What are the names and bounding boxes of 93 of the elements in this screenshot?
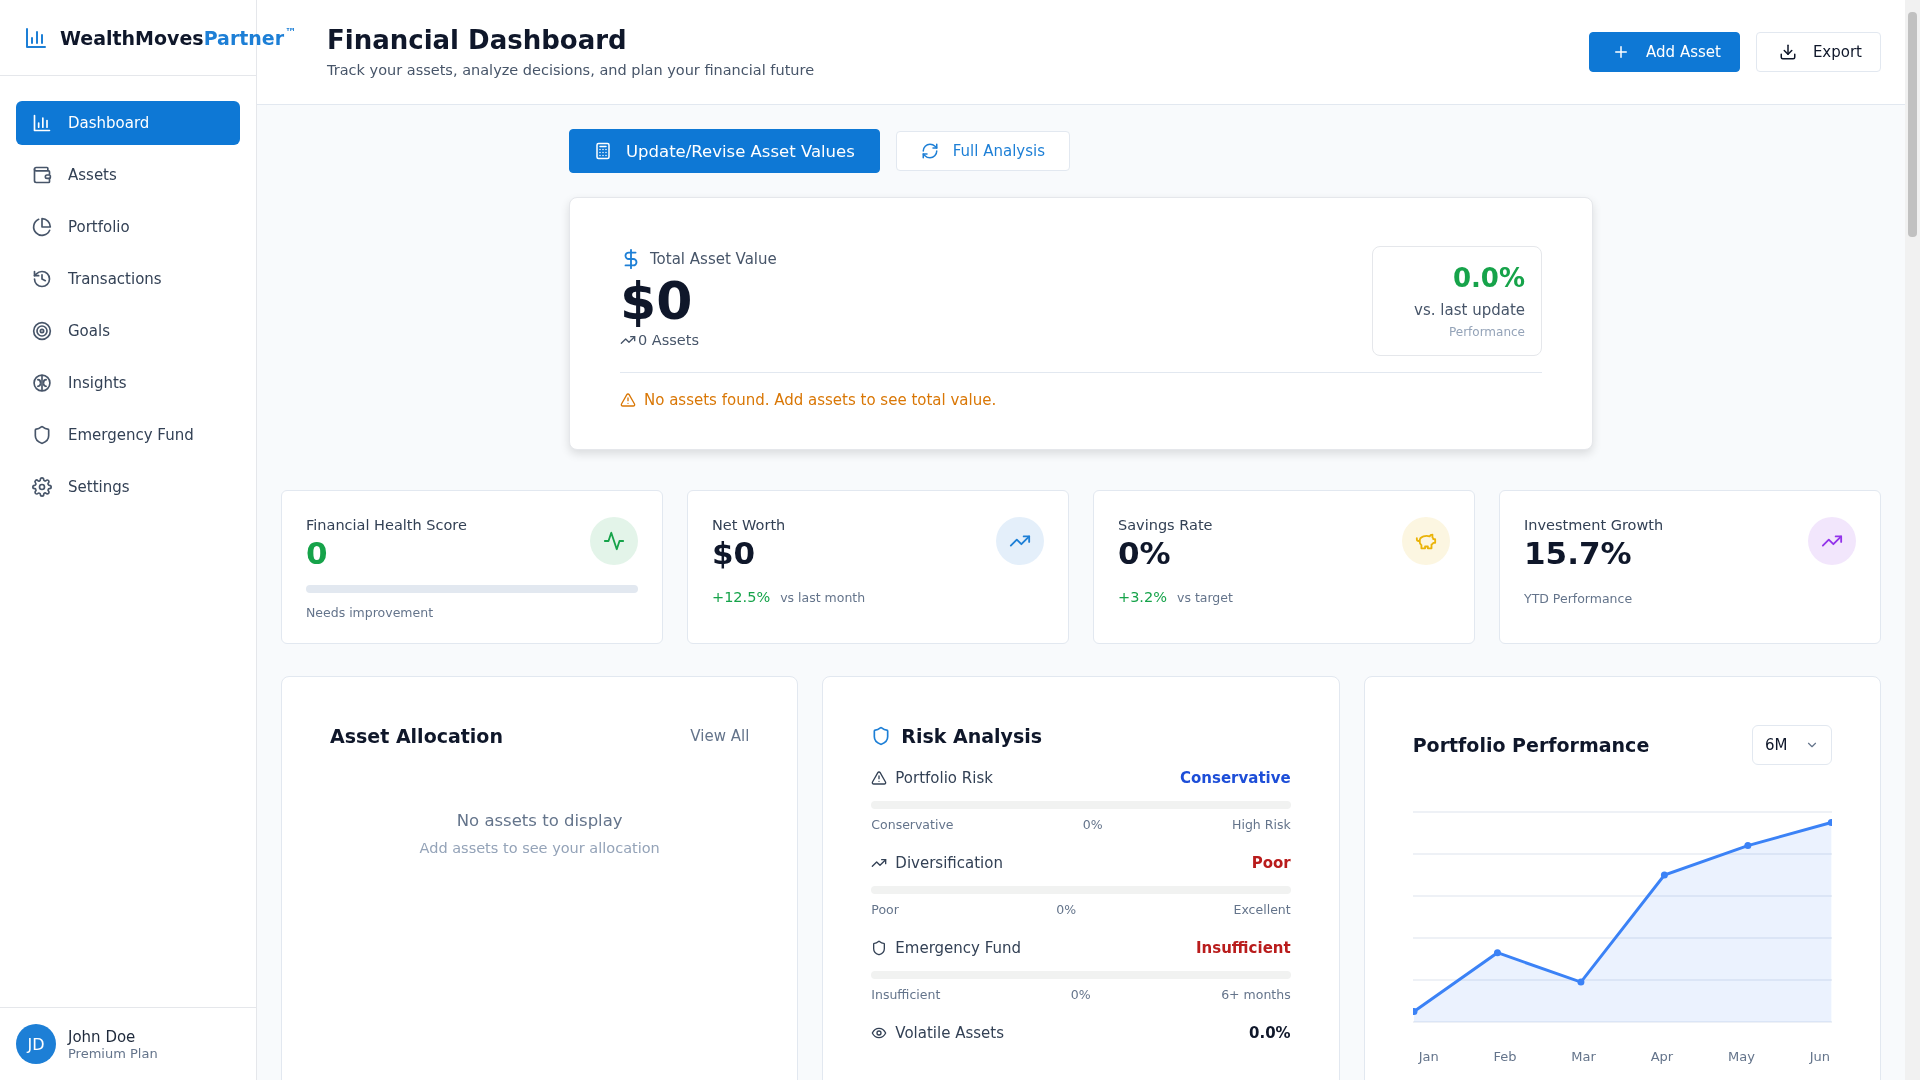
update-values-button[interactable]: Update/Revise Asset Values — [569, 129, 880, 173]
data-point — [1744, 842, 1751, 850]
risk-label: Portfolio Risk — [895, 769, 993, 787]
scale-label: 0% — [1070, 987, 1091, 1002]
scale-label: Conservative — [871, 817, 954, 832]
scale-label: 0% — [1082, 817, 1103, 832]
change-value: +12.5% — [712, 589, 771, 605]
user-plan: Premium Plan — [68, 1045, 158, 1061]
scale-label: 6+ months — [1221, 987, 1291, 1002]
risk-label: Diversification — [895, 854, 1003, 872]
nav-item[interactable]: Insights — [16, 361, 240, 405]
empty-hint: Add assets to see your allocation — [418, 840, 661, 856]
performance-change: 0.0% — [1451, 263, 1525, 293]
user-name: John Doe — [68, 1027, 137, 1046]
scale-label: Excellent — [1233, 902, 1291, 917]
warning-icon — [620, 392, 636, 408]
app-logo: WealthMovesPartner$^{™}$ — [60, 26, 297, 49]
nav-item[interactable]: Settings — [16, 465, 240, 509]
scale-label: Insufficient — [871, 987, 941, 1002]
pie-chart-icon — [32, 217, 52, 237]
risk-status: 0.0% — [1249, 1024, 1291, 1042]
stat-caption: vs last month — [780, 590, 866, 605]
warning-icon — [871, 770, 888, 786]
scrollbar-thumb[interactable] — [1908, 12, 1917, 237]
history-icon — [32, 269, 52, 289]
page-title: Financial Dashboard — [327, 24, 628, 56]
nav-item[interactable]: Emergency Fund — [16, 413, 240, 457]
stat-label: Investment Growth — [1524, 517, 1664, 533]
axis-label: Mar — [1571, 1049, 1596, 1064]
data-point — [1827, 819, 1832, 826]
scale-label: High Risk — [1232, 817, 1291, 832]
stat-value: 15.7% — [1524, 534, 1633, 573]
axis-label: Apr — [1650, 1049, 1674, 1064]
risk-status: Poor — [1251, 854, 1291, 872]
axis-label: Jun — [1809, 1049, 1830, 1064]
nav-item[interactable]: Transactions — [16, 257, 240, 301]
axis-label: May — [1727, 1049, 1755, 1064]
risk-label: Emergency Fund — [895, 939, 1022, 957]
stat-caption: vs target — [1177, 590, 1233, 605]
performance-caption: Performance — [1447, 325, 1525, 339]
eye-icon — [871, 1025, 888, 1041]
refresh-icon — [920, 142, 939, 160]
stat-value: $0 — [712, 534, 757, 573]
nav-item[interactable]: Goals — [16, 309, 240, 353]
calculator-icon — [594, 142, 612, 160]
performance-label: vs. last update — [1413, 301, 1525, 319]
panel-title: Portfolio Performance — [1412, 734, 1650, 756]
data-point — [1493, 949, 1501, 957]
wallet-icon — [32, 165, 52, 185]
shield-icon — [32, 425, 52, 445]
stat-value: 0 — [306, 534, 329, 573]
download-icon — [1778, 43, 1797, 61]
bar-chart-icon — [24, 25, 48, 50]
warning-message: No assets found. Add assets to see total value. — [644, 391, 997, 409]
user-avatar: JD — [16, 1024, 56, 1064]
scale-label: Poor — [871, 902, 899, 917]
view-all-link[interactable]: View All — [690, 727, 750, 745]
settings-icon — [32, 477, 52, 497]
axis-label: Jan — [1418, 1049, 1439, 1064]
data-point — [1577, 978, 1585, 986]
page-subtitle: Track your assets, analyze decisions, and plan your financial future — [327, 62, 815, 78]
data-point — [1660, 871, 1668, 879]
target-icon — [32, 321, 52, 341]
nav-item[interactable]: Assets — [16, 153, 240, 197]
risk-label: Volatile Assets — [895, 1024, 1004, 1042]
bar-chart-icon — [32, 113, 52, 133]
stat-caption: Needs improvement — [306, 605, 435, 620]
range-dropdown[interactable]: 6M — [1752, 725, 1832, 765]
risk-status: Conservative — [1180, 769, 1291, 787]
export-button[interactable]: Export — [1755, 32, 1881, 72]
nav-item[interactable]: Dashboard — [16, 101, 240, 145]
stat-value: 0% — [1118, 534, 1172, 573]
panel-title: Asset Allocation — [330, 725, 503, 747]
stat-label: Financial Health Score — [306, 517, 467, 533]
total-asset-value: $0 — [620, 270, 694, 332]
nav-item[interactable]: Portfolio — [16, 205, 240, 249]
axis-label: Feb — [1493, 1049, 1517, 1064]
data-point — [1412, 1008, 1418, 1015]
full-analysis-button[interactable]: Full Analysis — [895, 131, 1071, 171]
stat-label: Savings Rate — [1118, 517, 1213, 533]
scrollbar[interactable] — [1905, 0, 1920, 1080]
total-asset-label: Total Asset Value — [650, 250, 777, 268]
risk-status: Insufficient — [1196, 939, 1291, 957]
panel-title: Risk Analysis — [901, 725, 1043, 747]
stat-caption: YTD Performance — [1524, 591, 1634, 606]
empty-title: No assets to display — [455, 811, 624, 830]
stat-label: Net Worth — [712, 517, 786, 533]
shield-icon — [871, 726, 892, 746]
shield-icon — [871, 940, 888, 956]
change-value: +3.2% — [1118, 589, 1167, 605]
scale-label: 0% — [1056, 902, 1077, 917]
asset-count: 0 Assets — [638, 332, 700, 348]
add-asset-button[interactable]: Add Asset — [1589, 32, 1740, 72]
